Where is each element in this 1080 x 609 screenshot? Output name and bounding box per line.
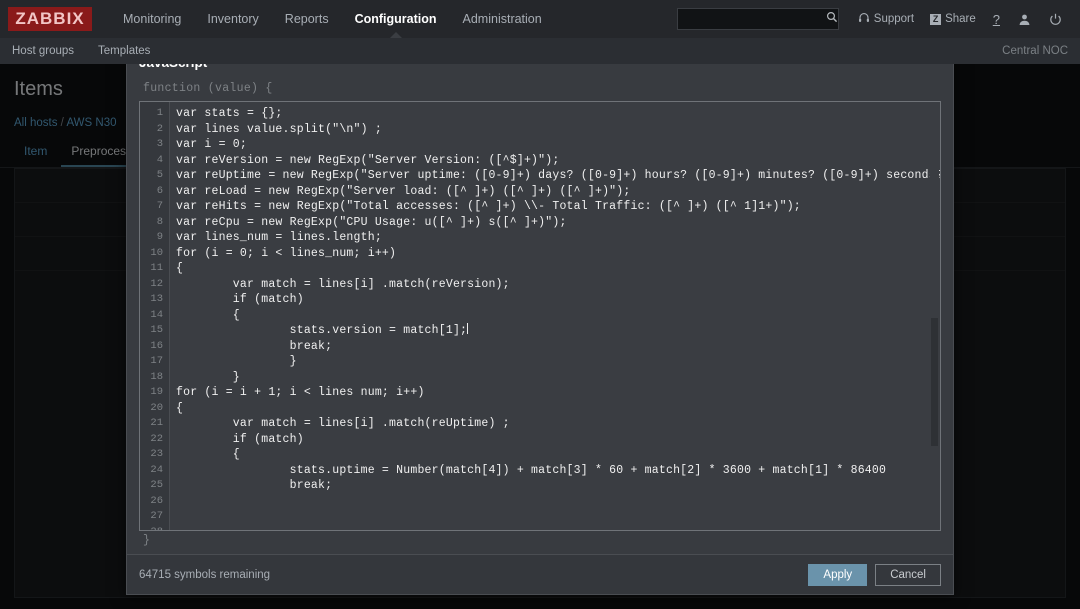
code-line[interactable]: for (i = i + 1; i < lines num; i++) (176, 385, 940, 401)
code-line[interactable]: { (176, 447, 940, 463)
nav-reports[interactable]: Reports (272, 0, 342, 38)
line-number: 16 (140, 339, 169, 355)
line-number: 4 (140, 153, 169, 169)
line-number: 17 (140, 354, 169, 370)
javascript-code-editor[interactable]: 1234567891011121314151617181920212223242… (139, 101, 941, 531)
function-wrapper-close: } (139, 531, 941, 547)
line-number: 11 (140, 261, 169, 277)
apply-button[interactable]: Apply (808, 564, 867, 586)
nav-monitoring[interactable]: Monitoring (110, 0, 194, 38)
code-line[interactable]: var reHits = new RegExp("Total accesses:… (176, 199, 940, 215)
zabbix-logo[interactable]: ZABBIX (8, 7, 92, 31)
code-line[interactable]: { (176, 308, 940, 324)
code-line[interactable]: var i = 0; (176, 137, 940, 153)
line-number: 19 (140, 385, 169, 401)
line-number-gutter: 1234567891011121314151617181920212223242… (140, 102, 170, 530)
line-number: 9 (140, 230, 169, 246)
code-line[interactable]: var reLoad = new RegExp("Server load: ([… (176, 184, 940, 200)
code-line[interactable]: var reVersion = new RegExp("Server Versi… (176, 153, 940, 169)
line-number: 27 (140, 509, 169, 525)
user-icon[interactable] (1010, 0, 1039, 38)
code-area[interactable]: var stats = {};var lines value.split("\n… (170, 102, 940, 530)
line-number: 20 (140, 401, 169, 417)
modal-buttons: Apply Cancel (808, 564, 941, 586)
symbols-remaining-label: 64715 symbols remaining (139, 569, 270, 581)
code-line[interactable]: var match = lines[i] .match(reVersion); (176, 277, 940, 293)
share-link[interactable]: Z Share (923, 0, 983, 38)
subnav-host-groups[interactable]: Host groups (0, 38, 86, 64)
line-number: 18 (140, 370, 169, 386)
javascript-modal: JavaScript × function (value) { 12345678… (126, 43, 954, 595)
share-label: Share (945, 13, 976, 25)
main-navigation: Monitoring Inventory Reports Configurati… (110, 0, 555, 38)
nav-inventory[interactable]: Inventory (194, 0, 271, 38)
power-icon[interactable] (1041, 0, 1070, 38)
line-number: 5 (140, 168, 169, 184)
code-line[interactable]: { (176, 401, 940, 417)
line-number: 1 (140, 106, 169, 122)
line-number: 12 (140, 277, 169, 293)
code-line[interactable]: var lines_num = lines.length; (176, 230, 940, 246)
headset-icon (858, 12, 870, 27)
line-number: 25 (140, 478, 169, 494)
line-number: 8 (140, 215, 169, 231)
help-icon[interactable]: ? (985, 0, 1008, 38)
code-line[interactable]: stats.version = match[1]; (176, 323, 940, 339)
code-line[interactable]: break; (176, 478, 940, 494)
support-label: Support (874, 13, 914, 25)
code-line[interactable]: var match = lines[i] .match(reUptime) ; (176, 416, 940, 432)
line-number: 10 (140, 246, 169, 262)
search-input[interactable] (684, 13, 826, 25)
search-box[interactable] (677, 8, 839, 30)
secondary-navigation: Host groups Templates Central NOC (0, 38, 1080, 64)
code-line[interactable]: var reUptime = new RegExp("Server uptime… (176, 168, 940, 184)
subnav-templates[interactable]: Templates (86, 38, 162, 64)
line-number: 24 (140, 463, 169, 479)
cancel-button[interactable]: Cancel (875, 564, 941, 586)
code-line[interactable]: var lines value.split("\n") ; (176, 122, 940, 138)
server-name-label: Central NOC (1002, 45, 1080, 57)
code-line[interactable]: if (match) (176, 292, 940, 308)
code-line[interactable]: break; (176, 339, 940, 355)
nav-administration[interactable]: Administration (450, 0, 555, 38)
top-header: ZABBIX Monitoring Inventory Reports Conf… (0, 0, 1080, 38)
code-line[interactable]: { (176, 261, 940, 277)
support-link[interactable]: Support (851, 0, 921, 38)
line-number: 2 (140, 122, 169, 138)
code-line[interactable]: for (i = 0; i < lines_num; i++) (176, 246, 940, 262)
nav-configuration[interactable]: Configuration (342, 0, 450, 38)
header-right-tools: Support Z Share ? (677, 0, 1080, 38)
code-line[interactable]: var reCpu = new RegExp("CPU Usage: u([^ … (176, 215, 940, 231)
code-line[interactable]: stats.uptime = Number(match[4]) + match[… (176, 463, 940, 479)
editor-scrollbar[interactable] (930, 103, 939, 529)
line-number: 6 (140, 184, 169, 200)
line-number: 22 (140, 432, 169, 448)
modal-body: function (value) { 123456789101112131415… (127, 80, 953, 547)
line-number: 7 (140, 199, 169, 215)
text-caret (467, 323, 468, 334)
share-icon: Z (930, 14, 941, 25)
modal-footer: 64715 symbols remaining Apply Cancel (127, 554, 953, 594)
line-number: 23 (140, 447, 169, 463)
line-number: 15 (140, 323, 169, 339)
line-number: 26 (140, 494, 169, 510)
code-line[interactable]: var stats = {}; (176, 106, 940, 122)
code-line[interactable]: } (176, 354, 940, 370)
line-number: 3 (140, 137, 169, 153)
line-number: 13 (140, 292, 169, 308)
line-number: 28 (140, 525, 169, 532)
line-number: 21 (140, 416, 169, 432)
search-icon[interactable] (826, 10, 838, 28)
code-line[interactable]: } (176, 370, 940, 386)
function-wrapper-open: function (value) { (139, 80, 941, 101)
code-line[interactable]: if (match) (176, 432, 940, 448)
editor-scrollbar-thumb[interactable] (931, 318, 938, 446)
line-number: 14 (140, 308, 169, 324)
